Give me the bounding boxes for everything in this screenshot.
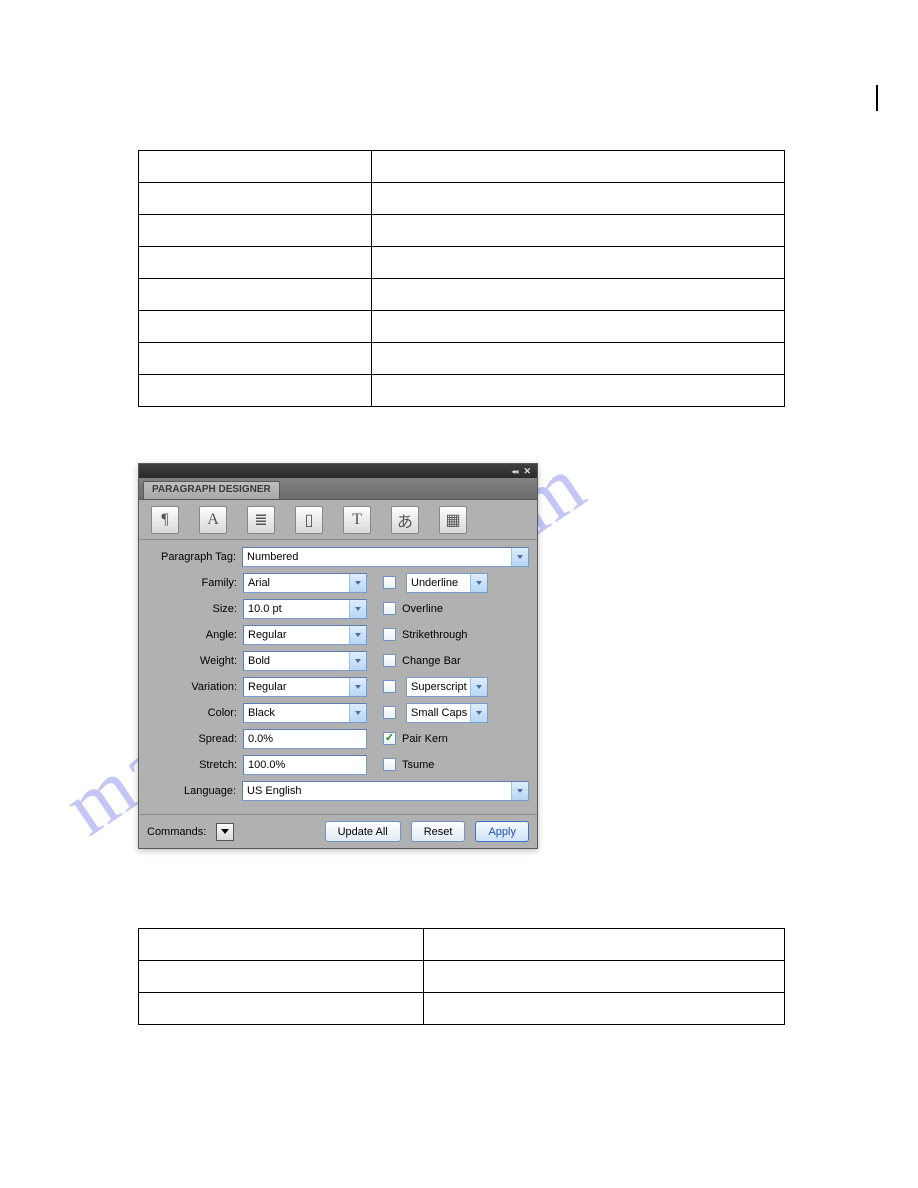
panel-tab[interactable]: PARAGRAPH DESIGNER bbox=[143, 481, 280, 499]
paragraph-tag-label: Paragraph Tag: bbox=[147, 551, 242, 563]
superscript-combo[interactable]: Superscript bbox=[406, 677, 488, 697]
weight-label: Weight: bbox=[147, 655, 243, 667]
table-row bbox=[139, 961, 785, 993]
chevron-down-icon bbox=[511, 548, 528, 566]
smallcaps-label: Small Caps bbox=[411, 707, 467, 719]
iconbar: ¶ A ≣ ▯ T あ ▦ bbox=[139, 500, 537, 540]
color-value: Black bbox=[248, 707, 275, 719]
chevron-down-icon bbox=[349, 652, 366, 670]
smallcaps-check[interactable] bbox=[383, 706, 396, 719]
chevron-down-icon bbox=[470, 574, 487, 592]
table-row bbox=[139, 311, 785, 343]
table-row bbox=[139, 151, 785, 183]
chevron-down-icon bbox=[349, 574, 366, 592]
table-row bbox=[139, 247, 785, 279]
table-row bbox=[139, 279, 785, 311]
advanced-tab-icon[interactable]: T bbox=[343, 506, 371, 534]
table-row bbox=[139, 929, 785, 961]
spread-label: Spread: bbox=[147, 733, 243, 745]
language-value: US English bbox=[247, 785, 301, 797]
weight-value: Bold bbox=[248, 655, 270, 667]
pairkern-label: Pair Kern bbox=[402, 733, 448, 745]
table-row bbox=[139, 183, 785, 215]
table-row bbox=[139, 215, 785, 247]
commands-label: Commands: bbox=[147, 826, 206, 838]
strike-label: Strikethrough bbox=[402, 629, 467, 641]
stretch-input[interactable]: 100.0% bbox=[243, 755, 367, 775]
chevron-down-icon bbox=[349, 600, 366, 618]
color-combo[interactable]: Black bbox=[243, 703, 367, 723]
tablecell-tab-icon[interactable]: ▦ bbox=[439, 506, 467, 534]
superscript-check[interactable] bbox=[383, 680, 396, 693]
commands-dropdown[interactable] bbox=[216, 823, 234, 841]
page-edge-mark bbox=[876, 85, 878, 111]
spread-value: 0.0% bbox=[248, 733, 273, 745]
underline-check[interactable] bbox=[383, 576, 396, 589]
underline-combo[interactable]: Underline bbox=[406, 573, 488, 593]
spread-input[interactable]: 0.0% bbox=[243, 729, 367, 749]
angle-label: Angle: bbox=[147, 629, 243, 641]
stretch-value: 100.0% bbox=[248, 759, 285, 771]
tsume-check[interactable] bbox=[383, 758, 396, 771]
size-value: 10.0 pt bbox=[248, 603, 282, 615]
pairkern-check[interactable] bbox=[383, 732, 396, 745]
reset-button[interactable]: Reset bbox=[411, 821, 466, 842]
table-row bbox=[139, 993, 785, 1025]
family-label: Family: bbox=[147, 577, 243, 589]
numbering-tab-icon[interactable]: ▯ bbox=[295, 506, 323, 534]
chevron-down-icon bbox=[470, 678, 487, 696]
family-combo[interactable]: Arial bbox=[243, 573, 367, 593]
chevron-down-icon bbox=[511, 782, 528, 800]
family-value: Arial bbox=[248, 577, 270, 589]
changebar-label: Change Bar bbox=[402, 655, 461, 667]
size-combo[interactable]: 10.0 pt bbox=[243, 599, 367, 619]
table-row bbox=[139, 375, 785, 407]
table-row bbox=[139, 343, 785, 375]
strike-check[interactable] bbox=[383, 628, 396, 641]
underline-label: Underline bbox=[411, 577, 458, 589]
chevron-down-icon bbox=[349, 626, 366, 644]
paragraph-tag-combo[interactable]: Numbered bbox=[242, 547, 529, 567]
language-combo[interactable]: US English bbox=[242, 781, 529, 801]
apply-button[interactable]: Apply bbox=[475, 821, 529, 842]
chevron-down-icon bbox=[470, 704, 487, 722]
angle-combo[interactable]: Regular bbox=[243, 625, 367, 645]
chevron-down-icon bbox=[349, 704, 366, 722]
weight-combo[interactable]: Bold bbox=[243, 651, 367, 671]
pagination-tab-icon[interactable]: ≣ bbox=[247, 506, 275, 534]
update-all-button[interactable]: Update All bbox=[325, 821, 401, 842]
overline-check[interactable] bbox=[383, 602, 396, 615]
panel-topbar: ◂◂ ✕ bbox=[139, 464, 537, 478]
color-label: Color: bbox=[147, 707, 243, 719]
stretch-label: Stretch: bbox=[147, 759, 243, 771]
smallcaps-combo[interactable]: Small Caps bbox=[406, 703, 488, 723]
lower-table bbox=[138, 928, 785, 1025]
variation-label: Variation: bbox=[147, 681, 243, 693]
paragraph-tag-value: Numbered bbox=[247, 551, 298, 563]
upper-table bbox=[138, 150, 785, 407]
basic-tab-icon[interactable]: ¶ bbox=[151, 506, 179, 534]
chevron-down-icon bbox=[349, 678, 366, 696]
variation-value: Regular bbox=[248, 681, 287, 693]
angle-value: Regular bbox=[248, 629, 287, 641]
language-label: Language: bbox=[147, 785, 242, 797]
close-icon[interactable]: ✕ bbox=[523, 466, 531, 477]
size-label: Size: bbox=[147, 603, 243, 615]
tsume-label: Tsume bbox=[402, 759, 434, 771]
form-area: Paragraph Tag: Numbered Family: Arial Un… bbox=[139, 540, 537, 814]
paragraph-designer-panel: ◂◂ ✕ PARAGRAPH DESIGNER ¶ A ≣ ▯ T あ ▦ Pa… bbox=[138, 463, 538, 849]
variation-combo[interactable]: Regular bbox=[243, 677, 367, 697]
panel-tabstrip: PARAGRAPH DESIGNER bbox=[139, 478, 537, 500]
bottombar: Commands: Update All Reset Apply bbox=[139, 814, 537, 848]
asian-tab-icon[interactable]: あ bbox=[391, 506, 419, 534]
font-tab-icon[interactable]: A bbox=[199, 506, 227, 534]
overline-label: Overline bbox=[402, 603, 443, 615]
collapse-icon[interactable]: ◂◂ bbox=[511, 467, 517, 476]
superscript-label: Superscript bbox=[411, 681, 467, 693]
changebar-check[interactable] bbox=[383, 654, 396, 667]
